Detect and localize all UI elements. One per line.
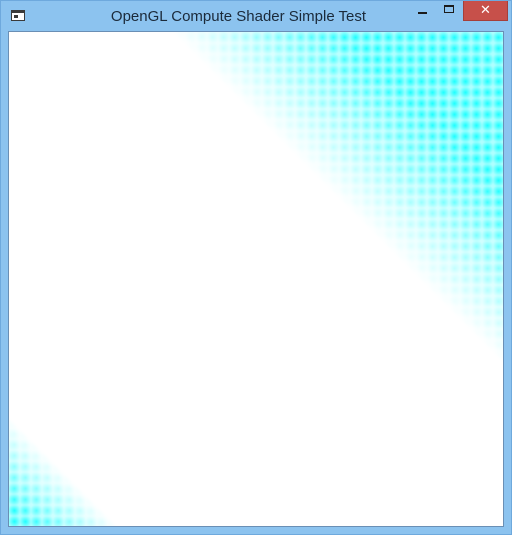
compute-shader-output	[9, 32, 503, 526]
window-title: OpenGL Compute Shader Simple Test	[110, 8, 367, 25]
maximize-button[interactable]	[436, 1, 463, 21]
close-icon: ✕	[480, 3, 491, 18]
title-bar[interactable]: OpenGL Compute Shader Simple Test ✕	[1, 1, 511, 32]
app-window: OpenGL Compute Shader Simple Test ✕	[0, 0, 512, 535]
window-app-icon[interactable]	[11, 10, 25, 21]
minimize-button[interactable]	[409, 1, 436, 21]
render-viewport[interactable]	[8, 31, 504, 527]
close-button[interactable]: ✕	[463, 1, 508, 21]
